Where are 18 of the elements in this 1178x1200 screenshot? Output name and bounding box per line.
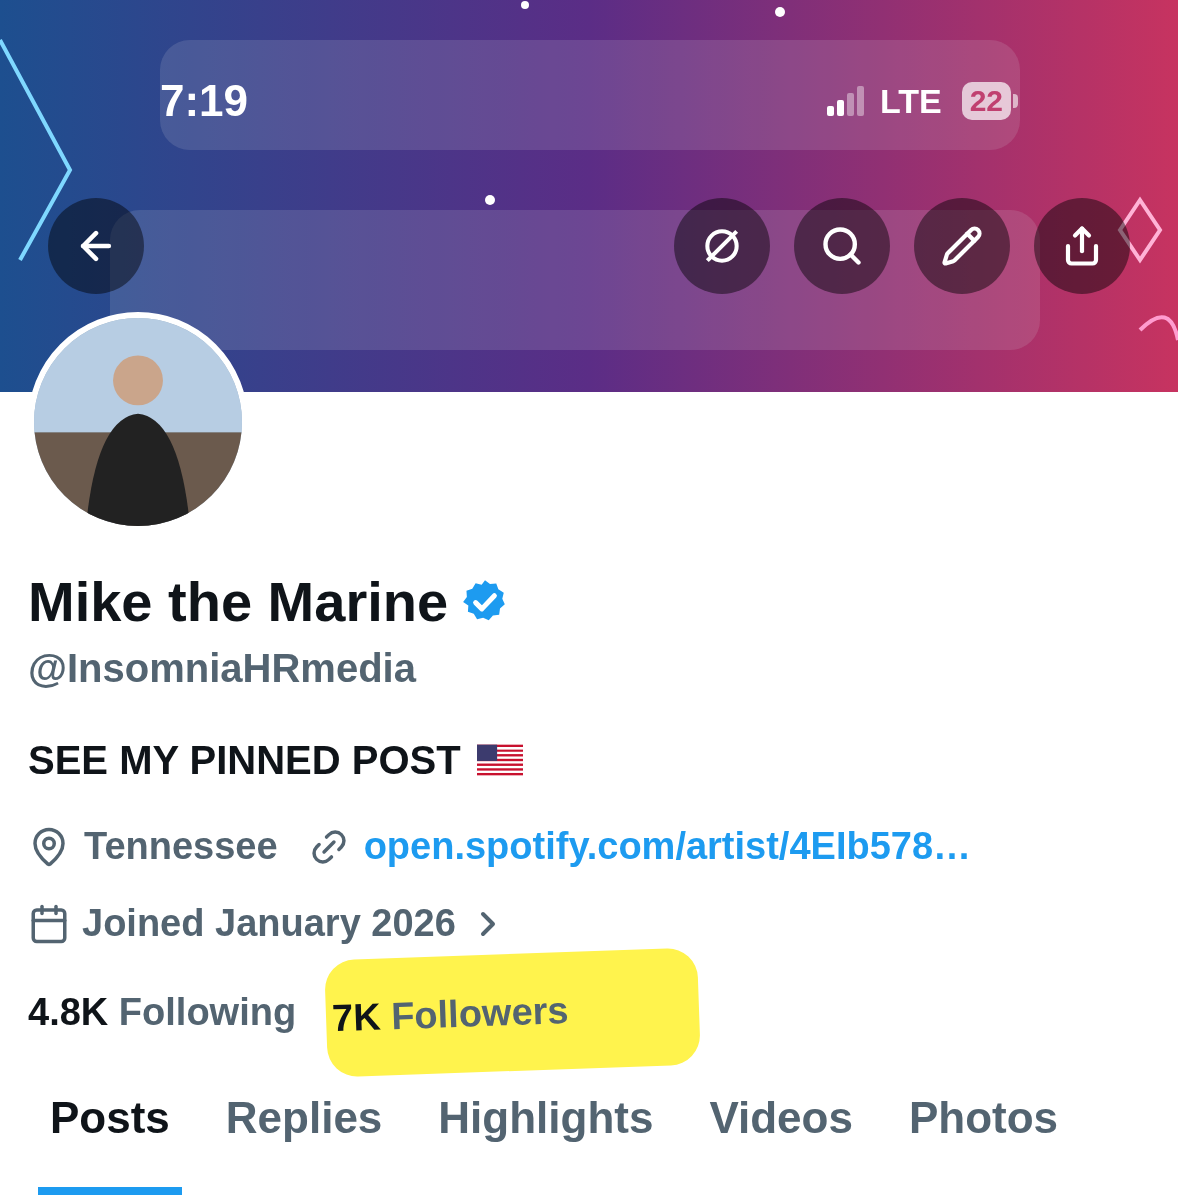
follow-stat-link[interactable]: 4.8K Following — [28, 991, 297, 1033]
profile-name: Mike the Marine — [28, 574, 449, 630]
profile-bio: SEE MY PINNED POST — [28, 740, 461, 780]
battery-indicator: 22 — [961, 82, 1018, 120]
profile-tab[interactable]: Highlights — [426, 1085, 666, 1195]
status-time: 7:19 — [160, 75, 249, 127]
network-label: LTE — [879, 80, 942, 122]
profile-location: Tennessee — [84, 824, 278, 869]
profile-tab[interactable]: Photos — [896, 1085, 1071, 1195]
profile-tab[interactable]: Posts — [38, 1085, 182, 1195]
calendar-icon — [28, 902, 70, 945]
joined-date: Joined January 2026 — [82, 901, 456, 946]
profile-handle: @InsomniaHRmedia — [28, 648, 418, 688]
pencil-icon — [941, 225, 983, 267]
profile-tab[interactable]: Replies — [213, 1085, 395, 1195]
follow-stat-link[interactable]: 7K Followers — [331, 989, 570, 1040]
profile-tab[interactable]: Videos — [697, 1085, 865, 1195]
search-icon — [820, 224, 864, 268]
